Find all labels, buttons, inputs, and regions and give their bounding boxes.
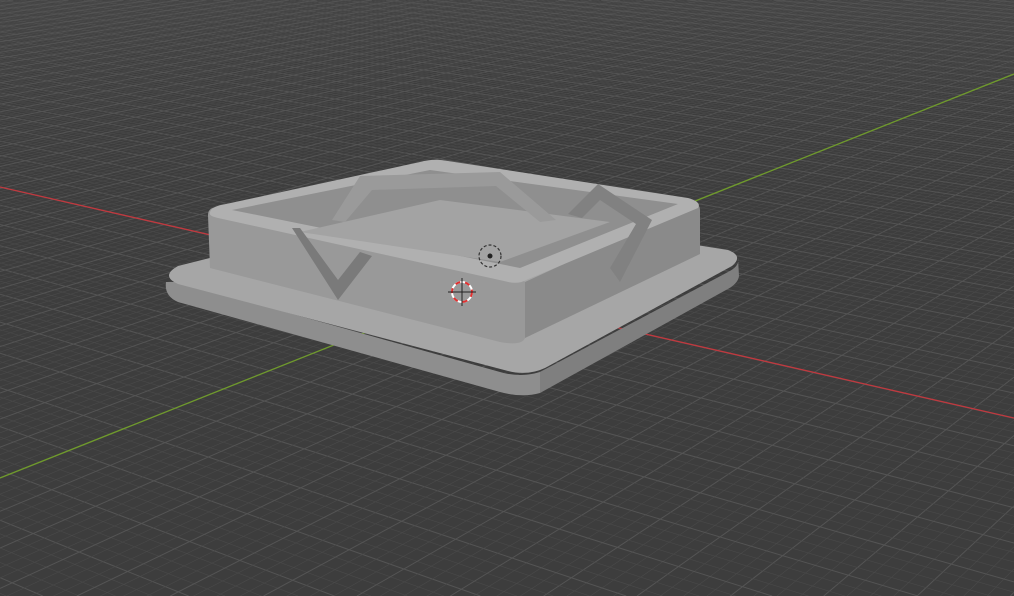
grid-line: [0, 481, 299, 596]
grid-line: [963, 546, 1014, 596]
grid-line: [0, 562, 80, 596]
grid-line: [0, 426, 481, 596]
grid-line: [0, 519, 189, 596]
3d-viewport[interactable]: [0, 0, 1014, 596]
viewport-canvas[interactable]: [0, 0, 1014, 596]
grid-line: [1010, 591, 1014, 596]
grid-line: [0, 436, 444, 596]
grid-line: [543, 285, 1014, 596]
grid-line: [0, 547, 116, 596]
grid-line: [986, 568, 1014, 596]
grid-line: [0, 344, 809, 596]
grid-line: [940, 525, 1014, 596]
grid-line: [916, 505, 1014, 596]
grid-line: [0, 469, 335, 596]
grid-line: [0, 361, 736, 596]
